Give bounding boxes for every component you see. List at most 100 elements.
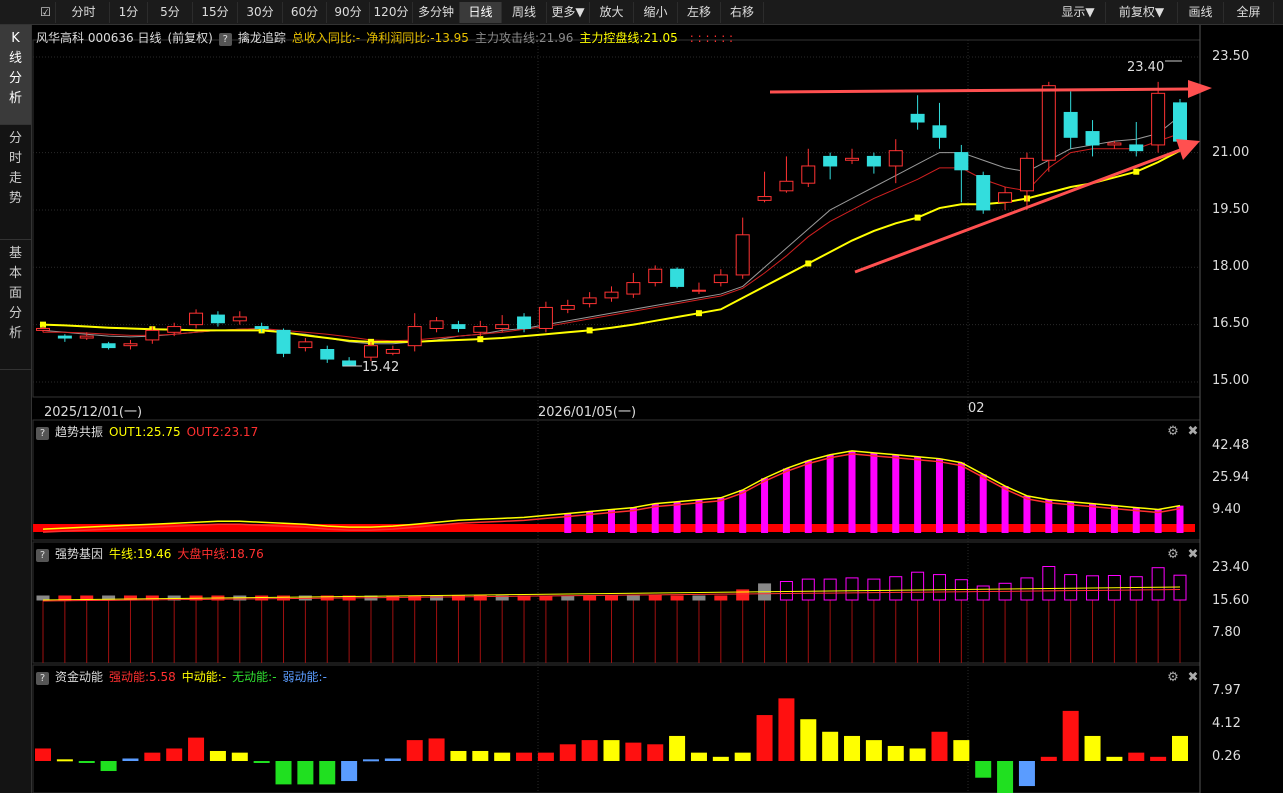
gene-box	[36, 595, 50, 601]
candle-body	[101, 343, 116, 349]
gene-y-tick: 15.60	[1212, 593, 1250, 608]
momentum-bar	[887, 745, 904, 761]
close-icon[interactable]: ✖	[1185, 670, 1201, 686]
candle-body	[473, 326, 488, 333]
candle-body	[276, 329, 291, 354]
gene-box	[911, 571, 925, 601]
momentum-bar	[559, 744, 576, 761]
candle-body	[1041, 85, 1056, 161]
momentum-bar	[362, 759, 379, 762]
ma-red-line	[43, 132, 1181, 342]
momentum-bar	[1040, 756, 1057, 761]
momentum-bar	[319, 761, 336, 785]
candle-body	[342, 360, 357, 367]
candle-body	[713, 274, 728, 284]
candle-body	[998, 192, 1013, 203]
momentum-bar	[100, 761, 117, 772]
gene-box	[539, 595, 553, 601]
trend-y-tick: 42.48	[1212, 438, 1250, 453]
close-icon[interactable]: ✖	[1185, 547, 1201, 563]
main-y-tick: 15.00	[1212, 373, 1250, 388]
candle-body	[560, 305, 575, 310]
candle-body	[823, 155, 838, 167]
gene-box	[823, 578, 837, 601]
momentum-y-tick: 4.12	[1212, 716, 1241, 731]
gene-value-0: 牛线:19.46	[109, 547, 172, 561]
main-y-tick: 21.00	[1212, 145, 1250, 160]
candle-body	[232, 316, 247, 322]
candle-body	[888, 150, 903, 167]
momentum-bar	[516, 752, 533, 761]
gene-box	[976, 585, 990, 601]
candle-body	[954, 152, 969, 171]
momentum-panel-title: ? 资金动能 强动能:5.58 中动能:- 无动能:- 弱动能:-	[36, 669, 339, 685]
gear-icon[interactable]: ⚙	[1165, 424, 1181, 440]
momentum-value-3: 弱动能:-	[282, 670, 327, 684]
main-y-tick: 18.00	[1212, 259, 1250, 274]
gene-panel-title: ? 强势基因 牛线:19.46 大盘中线:18.76	[36, 546, 276, 562]
candle-body	[932, 125, 947, 138]
main-indicator-value-2: 主力攻击线:21.96	[474, 31, 574, 45]
trend-bar	[1110, 505, 1118, 533]
gene-box	[1042, 566, 1056, 601]
close-icon[interactable]: ✖	[1185, 424, 1201, 440]
gene-value-1: 大盘中线:18.76	[177, 547, 264, 561]
momentum-bar	[144, 752, 161, 761]
candle-body	[1085, 131, 1100, 146]
trend-bar	[935, 458, 943, 533]
momentum-bar	[581, 740, 598, 761]
momentum-bar	[297, 761, 314, 785]
momentum-panel-name: 资金动能	[55, 670, 104, 684]
momentum-value-0: 强动能:5.58	[109, 670, 176, 684]
gene-box	[692, 595, 706, 601]
help-icon[interactable]: ?	[36, 549, 49, 562]
candle-body	[691, 289, 706, 292]
momentum-bar	[1106, 756, 1123, 761]
help-icon[interactable]: ?	[218, 33, 232, 46]
trend-bar	[1045, 499, 1053, 533]
trend-bar	[957, 462, 965, 533]
gene-panel-name: 强势基因	[55, 547, 104, 561]
candle-body	[757, 196, 772, 201]
candle-body	[363, 345, 378, 358]
candle-body	[1107, 142, 1122, 146]
trend-bar	[848, 450, 856, 533]
momentum-bar	[406, 740, 423, 761]
momentum-bar	[712, 756, 729, 761]
gene-box	[714, 595, 728, 601]
trend-bar	[651, 503, 659, 533]
candle-body	[429, 320, 444, 329]
main-indicator-value-0: 总收入同比:-	[291, 31, 361, 45]
help-icon[interactable]: ?	[36, 427, 49, 440]
candle-body	[254, 326, 269, 329]
stock-title: 风华高科 000636 日线	[36, 31, 162, 45]
gene-box	[779, 581, 793, 601]
trend-bar	[914, 456, 922, 533]
gene-box	[1064, 574, 1078, 601]
help-icon[interactable]: ?	[36, 672, 49, 685]
gene-box	[670, 595, 684, 601]
gear-icon[interactable]: ⚙	[1165, 547, 1181, 563]
momentum-bar	[1018, 761, 1035, 787]
gene-box	[845, 577, 859, 601]
gene-box	[889, 576, 903, 601]
momentum-y-tick: 0.26	[1212, 749, 1241, 764]
gear-icon[interactable]: ⚙	[1165, 670, 1181, 686]
candle-body	[845, 157, 860, 161]
low-price-label: 15.42	[362, 360, 400, 375]
momentum-bar	[1062, 710, 1079, 761]
gene-box	[583, 595, 597, 601]
trend-bar	[739, 489, 747, 533]
momentum-bar	[669, 735, 686, 761]
momentum-bar	[35, 748, 51, 761]
momentum-bar	[275, 761, 292, 785]
gene-box	[867, 578, 881, 601]
candle-body	[735, 234, 750, 276]
momentum-bar	[537, 752, 554, 761]
candle-body	[407, 326, 422, 347]
trend-y-tick: 9.40	[1212, 502, 1241, 517]
momentum-bar	[909, 748, 926, 761]
candle-body	[145, 329, 160, 341]
momentum-bar	[778, 698, 795, 761]
candle-body	[648, 268, 663, 284]
